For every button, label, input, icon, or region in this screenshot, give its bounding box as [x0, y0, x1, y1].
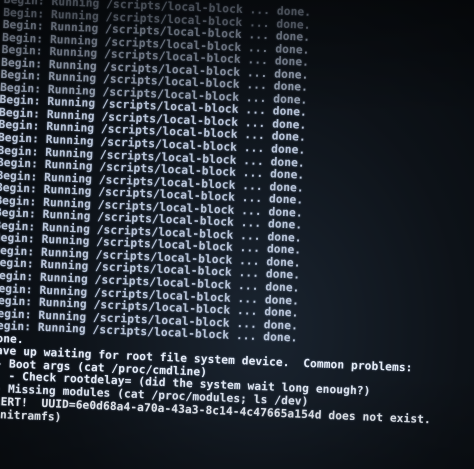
- text-cursor: [61, 411, 68, 422]
- terminal-output: Begin: Running /scripts/local-block ... …: [0, 0, 474, 445]
- console-screen: Begin: Running /scripts/local-block ... …: [0, 0, 474, 469]
- prompt-label: (initramfs): [0, 407, 62, 424]
